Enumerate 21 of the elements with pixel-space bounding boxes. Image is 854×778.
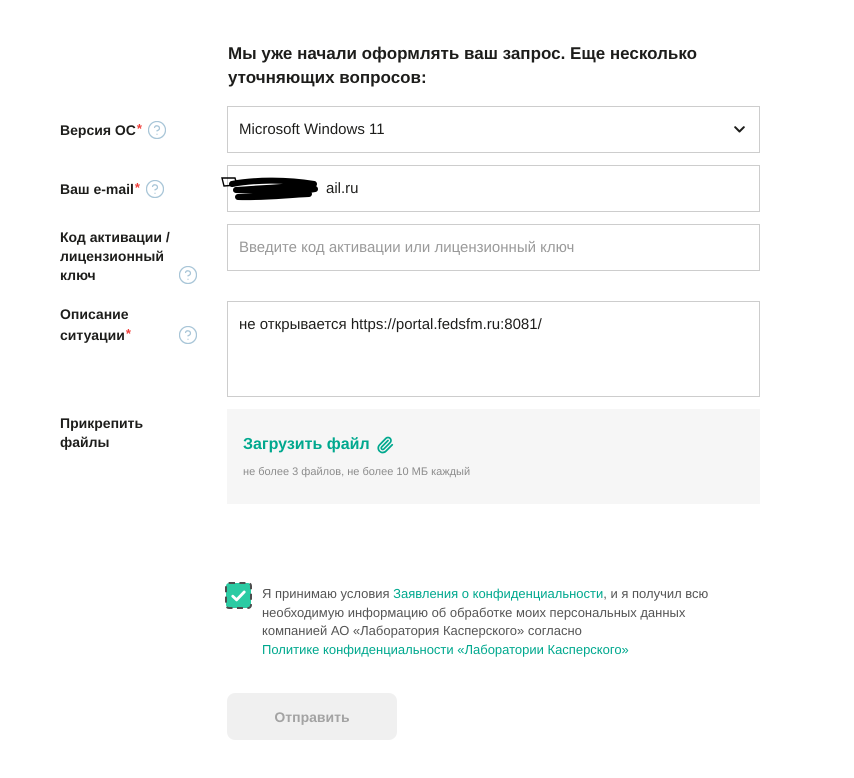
dropdown-value: Microsoft Windows 11 [239, 121, 385, 138]
dropdown-field[interactable]: Microsoft Windows 11 [227, 106, 760, 153]
upload-hint: не более 3 файлов, не более 10 МБ каждый [243, 465, 470, 479]
help-icon[interactable] [179, 266, 197, 284]
field-label: Прикрепить файлы [60, 414, 144, 452]
input-field[interactable]: Введите код активации или лицензионный ключ [227, 224, 760, 271]
description-field[interactable]: не открывается https://portal.fedsfm.ru:8081/ [227, 301, 760, 397]
policy-link[interactable]: Заявления о конфиденциальности [393, 586, 604, 601]
input-field[interactable]: ail.ru [227, 165, 760, 212]
check-icon [231, 590, 246, 602]
chevron-down-icon [734, 126, 745, 133]
upload-link[interactable]: Загрузить файл [243, 435, 394, 455]
help-icon[interactable] [148, 121, 166, 139]
consent-text: Я принимаю условия Заявления о конфиденциальности, и я получил всю необходимую информацию об обработке моих персональных данных компанией АО «Лаборатория Касперского» согласно Политике конфиденциальности «Лаборатории Касперского» [262, 585, 710, 659]
help-icon[interactable] [146, 180, 164, 198]
consent-checkbox[interactable] [226, 583, 251, 608]
policy-link[interactable]: Политике конфиденциальности «Лаборатории Касперского» [262, 642, 629, 656]
help-icon[interactable] [179, 326, 197, 344]
form-heading: Мы уже начали оформлять ваш запрос. Еще несколько уточняющих вопросов: [228, 43, 698, 89]
paperclip-icon [376, 436, 394, 454]
field-label: Код активации / лицензионный ключ [60, 228, 171, 285]
